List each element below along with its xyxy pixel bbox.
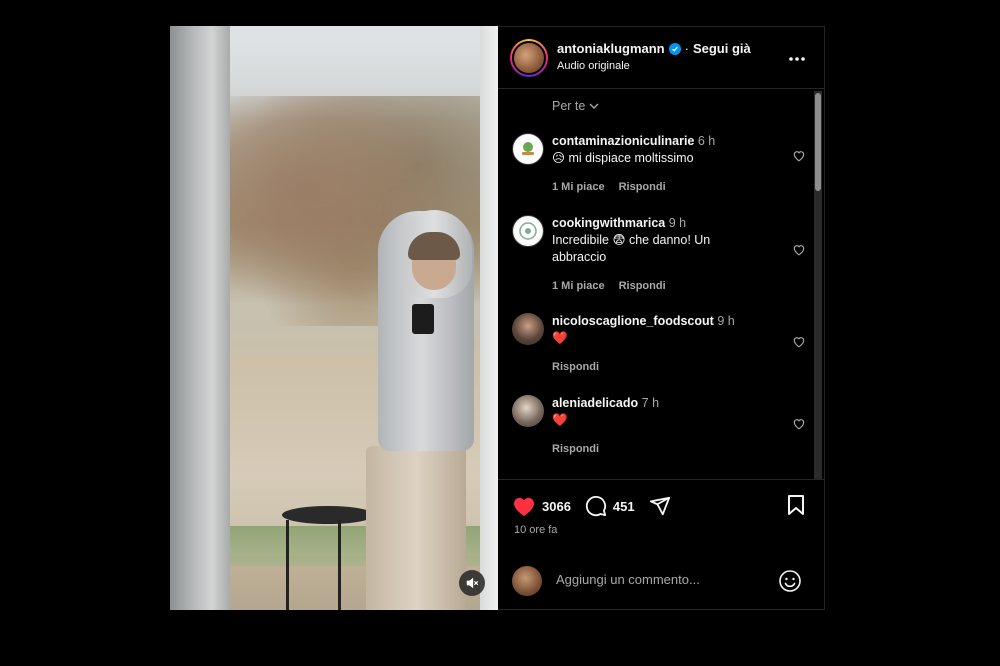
reply-button[interactable]: Rispondi bbox=[552, 443, 599, 455]
audio-label[interactable]: Audio originale bbox=[557, 60, 630, 72]
comment-text: ❤️ bbox=[552, 413, 568, 427]
comments-scrollbar-thumb[interactable] bbox=[815, 93, 821, 191]
comment-avatar[interactable] bbox=[512, 133, 544, 165]
muted-speaker-icon bbox=[466, 577, 479, 589]
current-user-avatar bbox=[512, 566, 542, 596]
heart-outline-icon bbox=[793, 151, 805, 162]
chevron-down-icon bbox=[589, 103, 599, 109]
author-line: antoniaklugmann · Segui già bbox=[557, 41, 751, 56]
comment-like-button[interactable] bbox=[792, 335, 806, 353]
comment-count: 451 bbox=[612, 498, 635, 514]
video-table-leg bbox=[286, 520, 289, 610]
emoji-button[interactable] bbox=[778, 569, 802, 598]
mute-button[interactable] bbox=[459, 570, 485, 596]
heart-outline-icon bbox=[793, 419, 805, 430]
following-button[interactable]: Segui già bbox=[693, 41, 751, 56]
comment-sort-label: Per te bbox=[552, 99, 586, 113]
comment-avatar[interactable] bbox=[512, 395, 544, 427]
add-comment-row: Aggiungi un commento... bbox=[512, 566, 810, 598]
post-side-panel: antoniaklugmann · Segui già Audio origin… bbox=[498, 26, 825, 610]
comment-avatar[interactable] bbox=[512, 215, 544, 247]
comment-time: 6 h bbox=[697, 134, 716, 148]
reply-button[interactable]: Rispondi bbox=[552, 361, 599, 373]
brand-logo-icon bbox=[519, 222, 537, 240]
comment-time: 9 h bbox=[717, 314, 735, 328]
comment-like-button[interactable] bbox=[792, 149, 806, 167]
comment-username[interactable]: contaminazioniculinarie bbox=[552, 134, 694, 148]
video-table bbox=[282, 506, 374, 524]
add-comment-input[interactable]: Aggiungi un commento... bbox=[556, 572, 700, 587]
post-actions: 3066 451 bbox=[512, 494, 810, 518]
comment-text: ❤️ bbox=[552, 331, 568, 345]
post-header: antoniaklugmann · Segui già Audio origin… bbox=[498, 27, 824, 89]
comment-likes-count[interactable]: 1 Mi piace bbox=[552, 280, 605, 292]
verified-badge-icon bbox=[668, 42, 681, 55]
comment-username[interactable]: cookingwithmarica bbox=[552, 216, 665, 230]
post-time-ago[interactable]: 10 ore fa bbox=[514, 524, 557, 536]
comment-text: 😥 mi dispiace moltissimo bbox=[552, 151, 694, 165]
comment-username[interactable]: aleniadelicado bbox=[552, 396, 638, 410]
separator-dot: · bbox=[684, 41, 689, 56]
comment-sort-dropdown[interactable]: Per te bbox=[552, 99, 599, 113]
video-window-frame bbox=[480, 26, 498, 610]
comment-like-button[interactable] bbox=[792, 417, 806, 435]
video-table-leg bbox=[338, 520, 341, 610]
more-options-button[interactable] bbox=[788, 49, 806, 67]
share-button[interactable] bbox=[649, 495, 671, 517]
reply-button[interactable]: Rispondi bbox=[619, 181, 666, 193]
comment-time: 9 h bbox=[668, 216, 687, 230]
more-dots-icon bbox=[789, 57, 805, 61]
heart-outline-icon bbox=[793, 245, 805, 256]
save-button[interactable] bbox=[786, 494, 806, 521]
comment-like-button[interactable] bbox=[792, 243, 806, 261]
like-button[interactable] bbox=[512, 495, 536, 517]
brand-logo-icon bbox=[522, 142, 534, 155]
comment-bubble-icon bbox=[585, 496, 607, 517]
send-paper-plane-icon bbox=[649, 496, 670, 516]
smiley-icon bbox=[779, 570, 801, 592]
comment-button[interactable] bbox=[585, 495, 607, 517]
comment-text: Incredibile 😨 che danno! Un abbraccio bbox=[552, 233, 711, 264]
video-person-legs bbox=[366, 446, 466, 610]
comment-likes-count[interactable]: 1 Mi piace bbox=[552, 181, 605, 193]
post-footer: 3066 451 10 ore fa Aggiungi un commento.… bbox=[498, 479, 824, 611]
bookmark-icon bbox=[788, 495, 804, 515]
reply-button[interactable]: Rispondi bbox=[619, 280, 666, 292]
author-avatar[interactable] bbox=[510, 39, 548, 77]
comment-avatar[interactable] bbox=[512, 313, 544, 345]
like-count[interactable]: 3066 bbox=[542, 499, 571, 514]
heart-outline-icon bbox=[793, 337, 805, 348]
post-video[interactable] bbox=[170, 26, 498, 610]
comments-list[interactable]: Per te contaminazioniculinarie 6 h 😥 mi … bbox=[498, 89, 824, 479]
video-wall bbox=[170, 26, 230, 610]
comment-username[interactable]: nicoloscaglione_foodscout bbox=[552, 314, 714, 328]
comment-time: 7 h bbox=[641, 396, 660, 410]
author-username[interactable]: antoniaklugmann bbox=[557, 41, 665, 56]
heart-filled-icon bbox=[513, 497, 535, 516]
video-phone bbox=[412, 304, 434, 334]
